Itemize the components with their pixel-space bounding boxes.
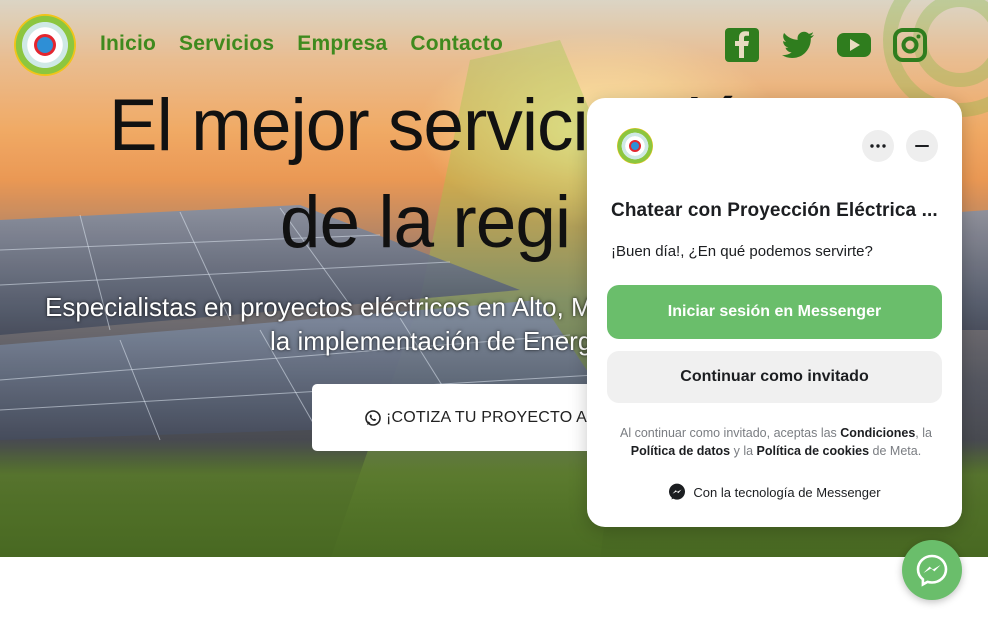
chat-greeting: ¡Buen día!, ¿En qué podemos servirte? [611, 243, 873, 260]
youtube-icon[interactable] [836, 27, 872, 63]
cookie-policy-link[interactable]: Política de cookies [757, 444, 870, 458]
continue-as-guest-button[interactable]: Continuar como invitado [607, 351, 942, 403]
facebook-icon[interactable] [724, 27, 760, 63]
powered-by-messenger: Con la tecnología de Messenger [587, 483, 962, 501]
hero-subtitle-line2: la implementación de Energ [270, 326, 593, 356]
quote-project-button[interactable]: ¡COTIZA TU PROYECTO AHO [312, 384, 612, 451]
social-links [724, 27, 928, 63]
main-nav: Inicio Servicios Empresa Contacto [100, 32, 503, 56]
page-avatar [617, 128, 653, 164]
nav-servicios[interactable]: Servicios [179, 32, 274, 56]
data-policy-link[interactable]: Política de datos [631, 444, 730, 458]
messenger-icon [916, 554, 948, 587]
login-messenger-button[interactable]: Iniciar sesión en Messenger [607, 285, 942, 339]
instagram-icon[interactable] [892, 27, 928, 63]
nav-contacto[interactable]: Contacto [410, 32, 503, 56]
messenger-icon [669, 483, 686, 500]
more-icon [870, 144, 886, 148]
nav-empresa[interactable]: Empresa [297, 32, 387, 56]
legal-notice: Al continuar como invitado, aceptas las … [620, 426, 932, 458]
messenger-chat-popup: Chatear con Proyección Eléctrica ... ¡Bu… [587, 98, 962, 527]
chat-title: Chatear con Proyección Eléctrica ... [611, 200, 938, 221]
terms-link[interactable]: Condiciones [840, 426, 915, 440]
minimize-icon [915, 145, 929, 147]
minimize-button[interactable] [906, 130, 938, 162]
company-logo[interactable] [14, 14, 76, 76]
hero-subtitle-line1: Especialistas en proyectos eléctricos en… [45, 292, 593, 322]
twitter-icon[interactable] [780, 27, 816, 63]
messenger-launcher-button[interactable] [902, 540, 962, 600]
nav-inicio[interactable]: Inicio [100, 32, 156, 56]
whatsapp-icon [365, 409, 381, 426]
quote-project-label: ¡COTIZA TU PROYECTO AHO [386, 408, 612, 426]
more-options-button[interactable] [862, 130, 894, 162]
